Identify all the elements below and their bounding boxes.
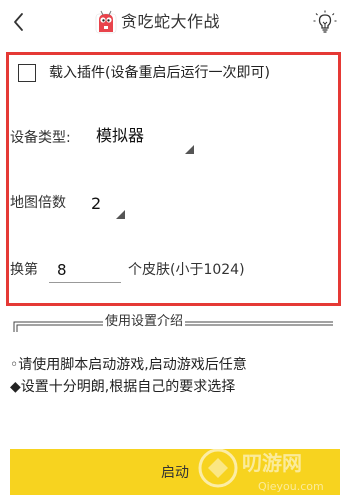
watermark-cn-text: 叨游网 xyxy=(242,451,302,475)
snake-app-icon xyxy=(95,10,117,34)
device-type-value: 模拟器 xyxy=(96,126,145,145)
skin-number-input[interactable] xyxy=(49,257,121,283)
device-type-label: 设备类型: xyxy=(10,130,71,146)
page-title: 贪吃蛇大作战 xyxy=(121,12,221,31)
load-plugin-label: 载入插件(设备重启后运行一次即可) xyxy=(49,65,270,81)
site-watermark: 叨游网 Qieyou.com xyxy=(198,448,324,493)
back-chevron-icon[interactable] xyxy=(6,8,32,36)
watermark-en-text: Qieyou.com xyxy=(258,480,324,493)
intro-line-1: ◦请使用脚本启动游戏,启动游戏后任意 xyxy=(10,357,247,373)
intro-line-2: ◆设置十分明朗,根据自己的要求选择 xyxy=(10,379,236,395)
skin-prefix-label: 换第 xyxy=(10,262,38,278)
spinner-arrow-icon xyxy=(116,210,125,219)
lightbulb-icon[interactable] xyxy=(312,9,338,37)
map-scale-value: 2 xyxy=(91,194,102,213)
spinner-arrow-icon xyxy=(185,145,194,154)
load-plugin-checkbox[interactable] xyxy=(18,64,36,82)
top-bar: 贪吃蛇大作战 xyxy=(0,0,347,46)
map-scale-label: 地图倍数 xyxy=(10,195,66,211)
skin-suffix-label: 个皮肤(小于1024) xyxy=(128,262,245,278)
intro-section-title: 使用设置介绍 xyxy=(103,313,186,331)
